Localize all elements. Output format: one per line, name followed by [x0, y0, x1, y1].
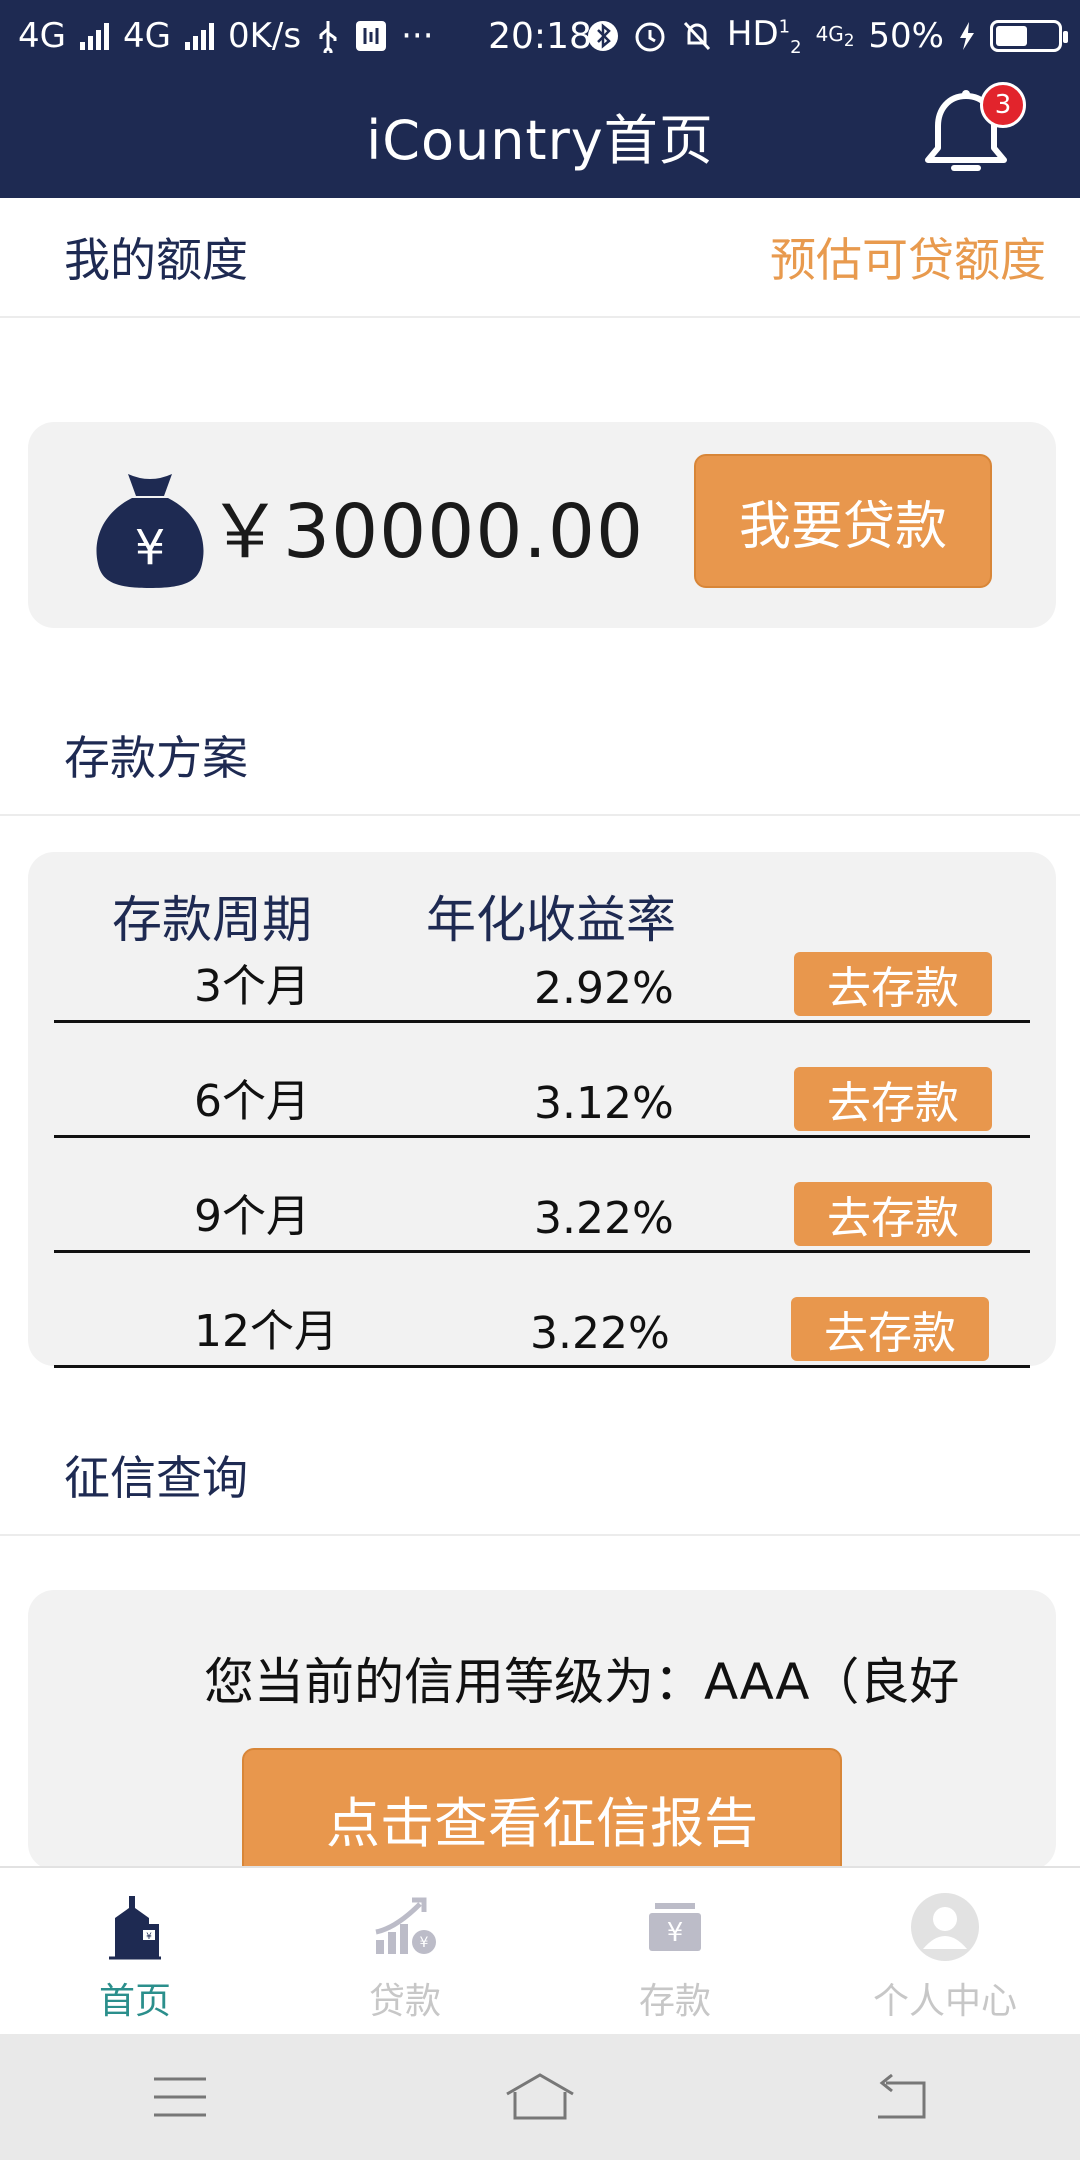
deposit-period: 6个月: [194, 1076, 310, 1127]
deposit-row: 9个月 3.22% 去存款: [54, 1138, 1030, 1253]
go-deposit-button[interactable]: 去存款: [794, 1182, 992, 1246]
quota-section-header: 我的额度 预估可贷额度: [0, 198, 1080, 318]
tab-deposit[interactable]: ¥ 存款: [540, 1868, 810, 2034]
back-icon: [878, 2073, 926, 2119]
notification-badge: 3: [980, 82, 1026, 128]
network-type-3: 4G2: [815, 21, 855, 50]
go-deposit-button[interactable]: 去存款: [791, 1297, 989, 1361]
usb-icon: [319, 21, 337, 53]
battery-percent: 50%: [868, 15, 944, 56]
deposit-section-title: 存款方案: [64, 731, 248, 785]
status-right: HD12 4G2 50%: [587, 14, 1068, 58]
mute-icon: [683, 21, 711, 51]
deposit-section-header: 存款方案: [0, 696, 1080, 816]
svg-text:¥: ¥: [146, 1932, 152, 1942]
svg-text:¥: ¥: [135, 520, 166, 576]
deposit-rate: 2.92%: [534, 963, 674, 1014]
svg-text:¥: ¥: [420, 1935, 429, 1951]
battery-icon: [990, 19, 1068, 52]
tab-profile[interactable]: 个人中心: [810, 1868, 1080, 2034]
system-nav-bar: [0, 2034, 1080, 2160]
page-title: iCountry首页: [366, 108, 714, 172]
quota-amount: ￥30000.00: [208, 489, 645, 575]
growth-chart-icon: ¥: [366, 1890, 444, 1964]
notification-button[interactable]: 3: [916, 82, 1026, 184]
tab-label: 存款: [638, 1981, 711, 2022]
status-bar: 4G 4G 0K/s ··· 20:18 HD12 4G2 50%: [0, 0, 1080, 72]
credit-card: 您当前的信用等级为：AAA（良好 点击查看征信报告: [28, 1590, 1056, 1888]
tab-label: 贷款: [368, 1981, 441, 2022]
home-icon: [506, 2073, 574, 2120]
alarm-icon: [635, 22, 665, 52]
status-time: 20:18: [488, 15, 592, 57]
tab-loan[interactable]: ¥ 贷款: [270, 1868, 540, 2034]
deposit-row: 12个月 3.22% 去存款: [54, 1253, 1030, 1368]
estimate-quota-link[interactable]: 预估可贷额度: [770, 224, 1046, 290]
bottom-tab-bar: ¥ 首页 ¥ 贷款 ¥ 存款 个人中心: [0, 1866, 1080, 2034]
status-left: 4G 4G 0K/s ···: [18, 16, 434, 56]
tab-label: 个人中心: [872, 1981, 1017, 2022]
credit-section-title: 征信查询: [64, 1451, 248, 1505]
deposit-row: 6个月 3.12% 去存款: [54, 1023, 1030, 1138]
deposit-period: 3个月: [194, 961, 310, 1012]
network-type-2: 4G: [122, 16, 171, 56]
svg-text:¥: ¥: [667, 1918, 684, 1948]
apply-loan-button[interactable]: 我要贷款: [694, 454, 992, 588]
back-nav-button[interactable]: [855, 2062, 945, 2132]
deposit-period: 12个月: [194, 1306, 338, 1357]
menu-nav-button[interactable]: [135, 2062, 225, 2132]
more-indicator: ···: [401, 16, 434, 56]
network-speed: 0K/s: [227, 16, 302, 56]
quota-section-title: 我的额度: [64, 233, 248, 287]
user-avatar-icon: [906, 1890, 984, 1964]
building-icon: ¥: [96, 1890, 174, 1964]
signal-icon: [79, 22, 109, 50]
deposit-rate: 3.22%: [530, 1308, 670, 1359]
menu-icon: [154, 2077, 206, 2117]
go-deposit-button[interactable]: 去存款: [794, 952, 992, 1016]
tab-home[interactable]: ¥ 首页: [0, 1868, 270, 2034]
deposit-plan-card: 存款周期 年化收益率 3个月 2.92% 去存款 6个月 3.12% 去存款 9…: [28, 852, 1056, 1368]
network-type-1: 4G: [18, 16, 66, 56]
credit-section-header: 征信查询: [0, 1416, 1080, 1536]
tab-label: 首页: [98, 1981, 171, 2022]
deposit-rate: 3.12%: [534, 1078, 674, 1129]
quota-card: ¥ ￥30000.00 我要贷款: [28, 422, 1056, 628]
charging-icon: [960, 21, 974, 50]
deposit-period: 9个月: [194, 1191, 310, 1242]
deposit-box-icon: ¥: [636, 1890, 714, 1964]
credit-level-text: 您当前的信用等级为：AAA（良好: [204, 1653, 960, 1711]
title-bar: iCountry首页 3: [0, 72, 1080, 198]
signal-icon-2: [184, 22, 214, 50]
home-nav-button[interactable]: [495, 2062, 585, 2132]
money-bag-icon: ¥: [96, 474, 204, 588]
usb-debug-icon: [356, 21, 387, 51]
hd-indicator: HD12: [726, 14, 802, 58]
deposit-row: 3个月 2.92% 去存款: [54, 908, 1030, 1023]
deposit-rate: 3.22%: [534, 1193, 674, 1244]
go-deposit-button[interactable]: 去存款: [794, 1067, 992, 1131]
